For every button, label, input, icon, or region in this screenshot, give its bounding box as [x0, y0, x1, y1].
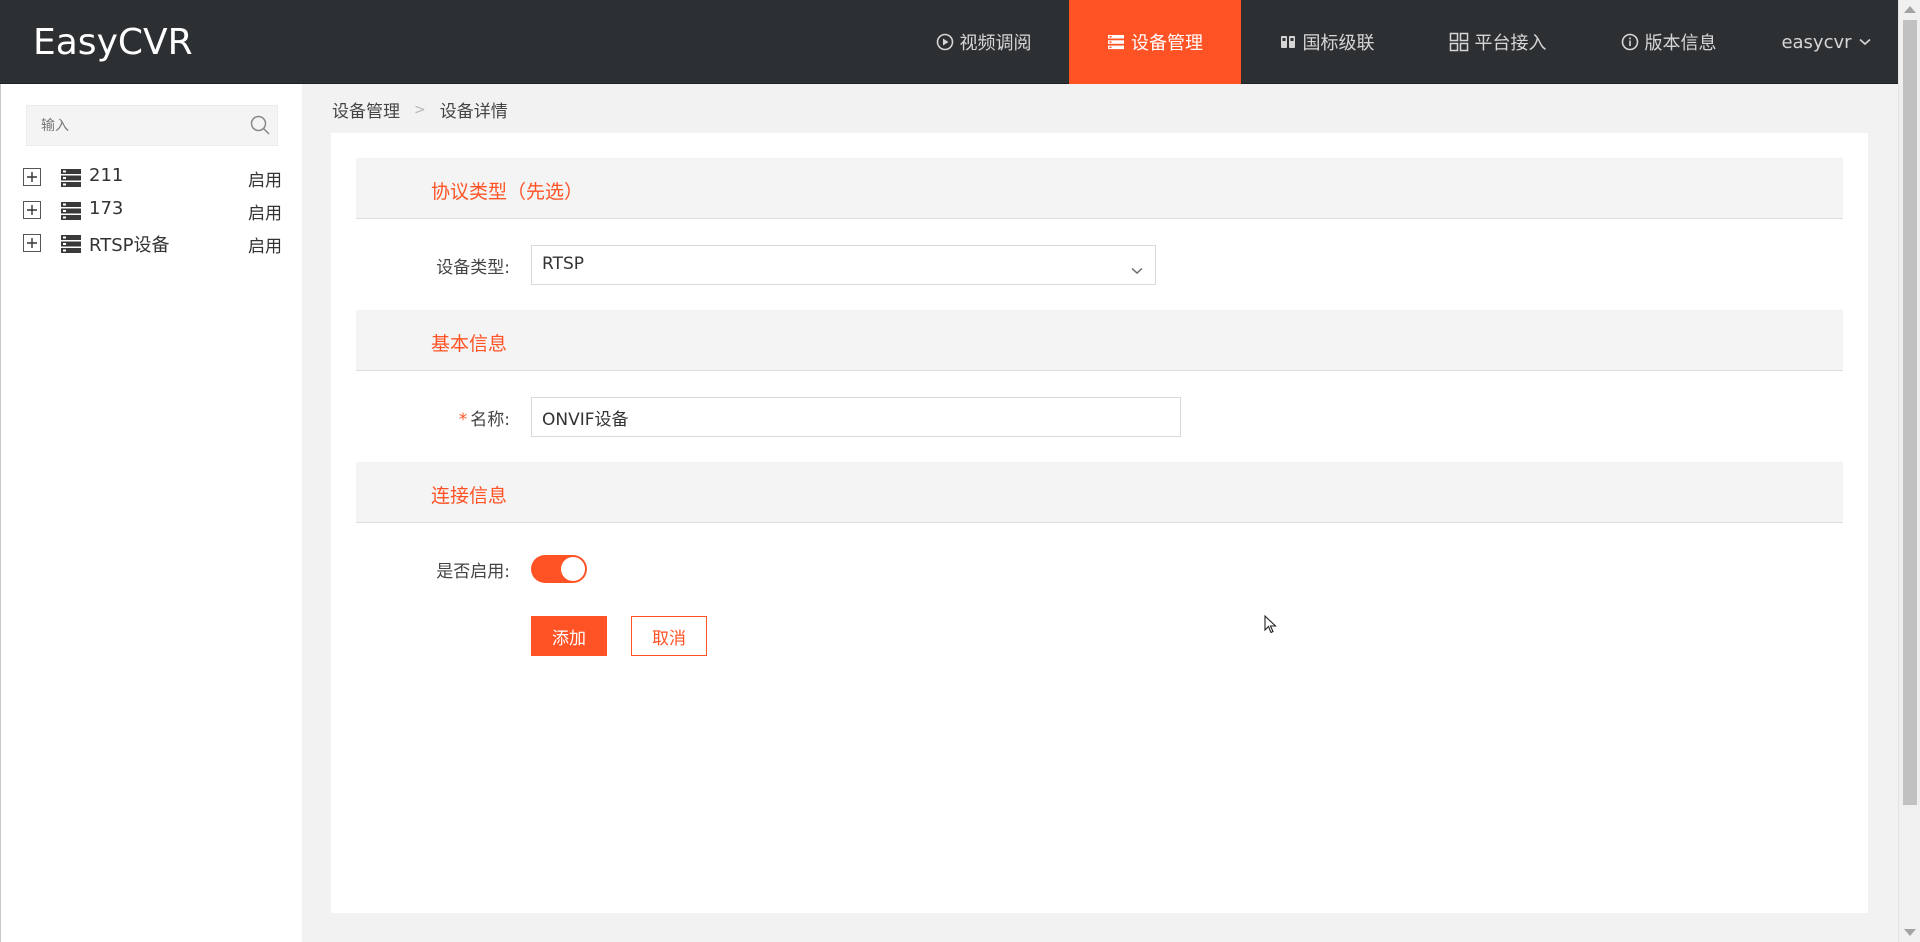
- device-tree-sidebar: 211 启用 173 启用 RTSP设备 启用: [0, 84, 302, 942]
- tree-node[interactable]: RTSP设备 启用: [1, 226, 303, 259]
- section-protocol: 协议类型（先选）: [356, 158, 1843, 219]
- chevron-down-icon: [1131, 260, 1143, 279]
- name-input[interactable]: [531, 397, 1181, 437]
- server-icon: [61, 235, 81, 257]
- tree-node-label[interactable]: RTSP设备: [89, 231, 169, 257]
- device-type-select[interactable]: RTSP: [531, 245, 1156, 285]
- scroll-thumb[interactable]: [1903, 20, 1917, 805]
- nav-label: 设备管理: [1131, 33, 1203, 54]
- enabled-toggle[interactable]: [531, 555, 587, 583]
- breadcrumb-current: 设备详情: [439, 102, 508, 122]
- breadcrumb-root[interactable]: 设备管理: [332, 97, 400, 122]
- tree-node-status: 启用: [248, 171, 282, 191]
- mouse-cursor-icon: [1264, 614, 1278, 639]
- tree-node-label[interactable]: 173: [89, 198, 123, 219]
- scroll-up-icon[interactable]: [1904, 6, 1916, 13]
- section-title: 协议类型（先选）: [431, 181, 584, 203]
- device-detail-panel: 协议类型（先选） 设备类型: RTSP 基本信息 *名称: 连接信息 是否启用:…: [331, 133, 1868, 913]
- user-name: easycvr: [1781, 31, 1852, 53]
- section-basic-info: 基本信息: [356, 310, 1843, 371]
- nav-video-view[interactable]: 视频调阅: [898, 0, 1069, 84]
- tree-node[interactable]: 173 启用: [1, 193, 303, 226]
- device-type-value: RTSP: [542, 254, 585, 274]
- toggle-knob: [561, 557, 585, 581]
- info-icon: [1621, 33, 1639, 51]
- tree-search-box: [26, 105, 278, 146]
- required-mark: *: [458, 410, 468, 430]
- tree-node-status: 启用: [248, 237, 282, 257]
- tree-node-label[interactable]: 211: [89, 165, 123, 186]
- device-tree: 211 启用 173 启用 RTSP设备 启用: [1, 160, 303, 259]
- cancel-button[interactable]: 取消: [631, 616, 707, 656]
- section-title: 基本信息: [431, 333, 508, 355]
- expand-plus-icon[interactable]: [23, 201, 41, 219]
- section-title: 连接信息: [431, 485, 508, 507]
- nav-label: 视频调阅: [959, 33, 1032, 54]
- breadcrumb-separator: >: [414, 101, 426, 118]
- tree-node[interactable]: 211 启用: [1, 160, 303, 193]
- chevron-down-icon: [1859, 38, 1871, 46]
- grid-icon: [1449, 32, 1469, 52]
- nav-gb-cascade[interactable]: 国标级联: [1241, 0, 1412, 84]
- page-scrollbar[interactable]: [1898, 0, 1920, 942]
- main-nav: 视频调阅 设备管理 国标级联 平台接入 版本信息 easycvr: [898, 0, 1898, 84]
- list-icon: [1107, 33, 1125, 51]
- tree-node-status: 启用: [248, 204, 282, 224]
- search-icon[interactable]: [249, 114, 271, 140]
- device-type-label: 设备类型:: [436, 258, 510, 278]
- enabled-label: 是否启用:: [436, 562, 510, 582]
- nav-device-management[interactable]: 设备管理: [1069, 0, 1241, 84]
- nav-version-info[interactable]: 版本信息: [1583, 0, 1754, 84]
- play-circle-icon: [936, 33, 954, 51]
- scroll-down-icon[interactable]: [1904, 929, 1916, 936]
- tree-search-input[interactable]: [27, 106, 247, 145]
- cascade-icon: [1279, 33, 1297, 51]
- server-icon: [61, 169, 81, 191]
- section-connection-info: 连接信息: [356, 462, 1843, 523]
- nav-label: 平台接入: [1474, 33, 1547, 54]
- name-label: * 名称:: [370, 405, 510, 430]
- top-header: EasyCVR 视频调阅 设备管理 国标级联 平台接入 版本信息 easycvr: [0, 0, 1898, 84]
- app-logo: EasyCVR: [33, 22, 193, 63]
- expand-plus-icon[interactable]: [23, 168, 41, 186]
- breadcrumb: 设备管理 > 设备详情: [332, 97, 508, 123]
- nav-label: 版本信息: [1644, 33, 1717, 54]
- nav-platform-access[interactable]: 平台接入: [1412, 0, 1583, 84]
- add-button[interactable]: 添加: [531, 616, 607, 656]
- expand-plus-icon[interactable]: [23, 234, 41, 252]
- nav-label: 国标级联: [1302, 33, 1375, 54]
- name-label-text: 名称:: [470, 410, 510, 430]
- server-icon: [61, 202, 81, 224]
- user-menu[interactable]: easycvr: [1754, 0, 1898, 84]
